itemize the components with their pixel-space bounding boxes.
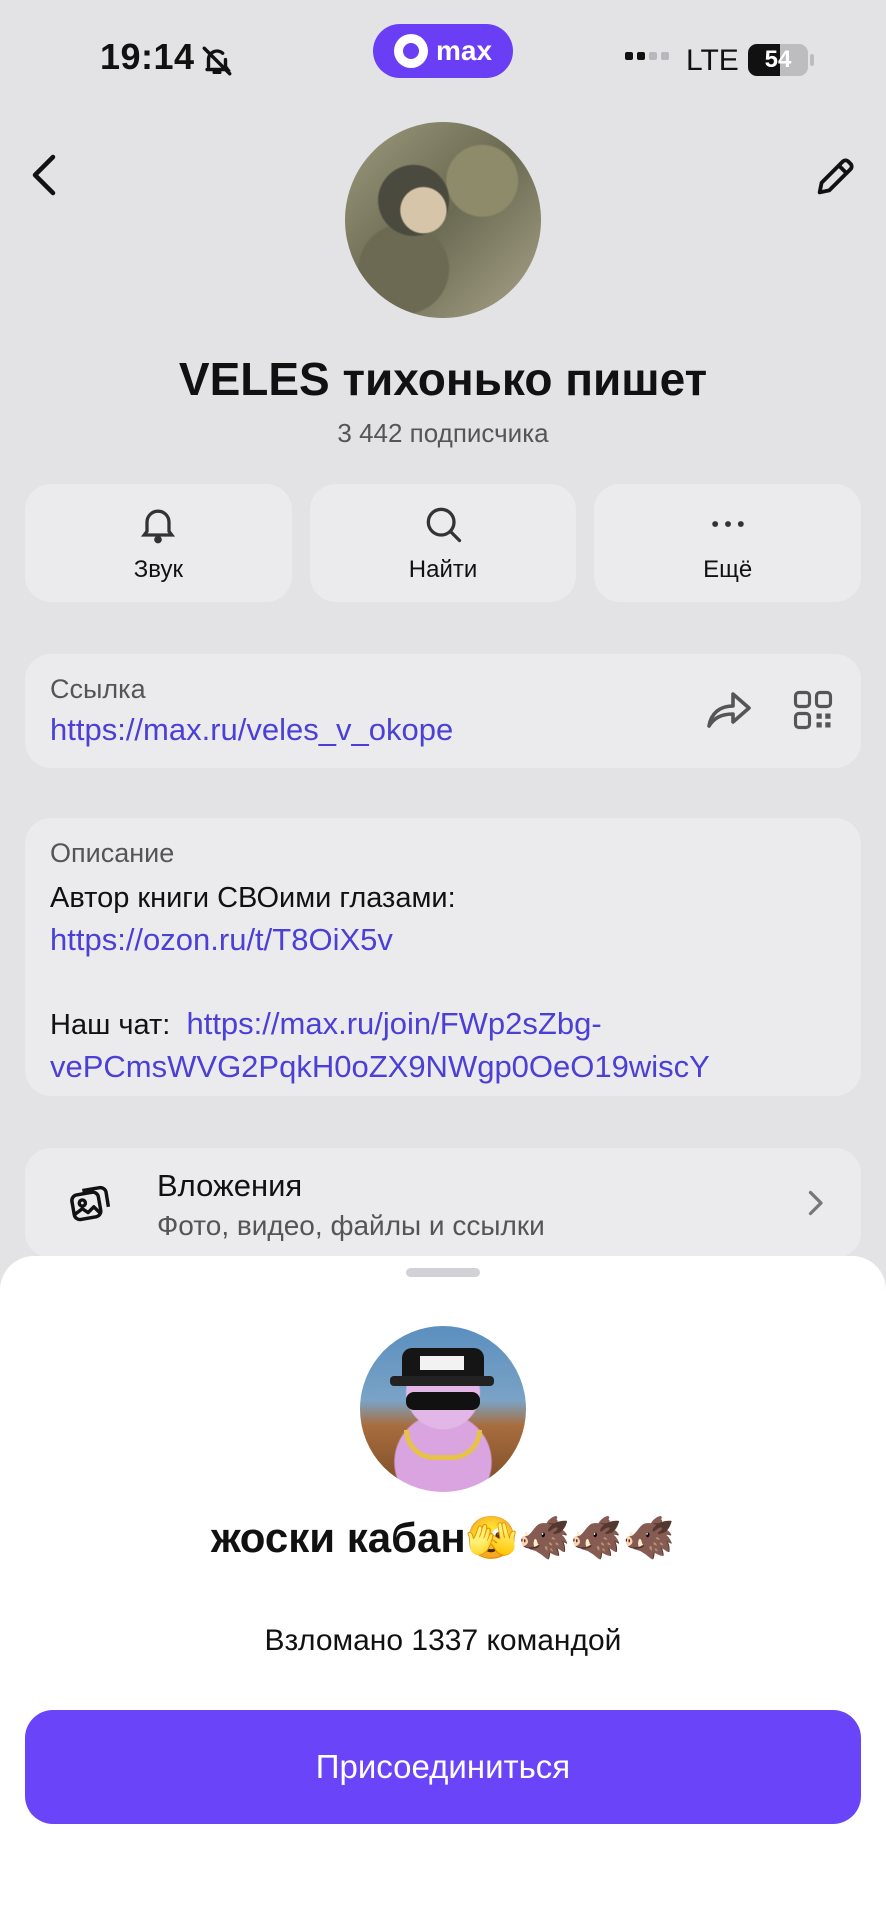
more-icon bbox=[711, 521, 744, 527]
back-icon[interactable] bbox=[26, 150, 62, 200]
sheet-channel-description: Взломано 1337 командой bbox=[264, 1624, 622, 1657]
media-gallery-icon bbox=[70, 1185, 111, 1222]
more-button-label: Ещё bbox=[703, 556, 753, 583]
network-type: LTE bbox=[686, 44, 739, 77]
join-channel-sheet: жоски кабан🫣🐗🐗🐗 Взломано 1337 командой П… bbox=[0, 1256, 886, 1920]
chevron-right-icon bbox=[808, 1190, 823, 1216]
status-time: 19:14 bbox=[100, 36, 195, 77]
channel-title: VELES тихонько пишет bbox=[178, 353, 708, 405]
sheet-grabber[interactable] bbox=[406, 1268, 480, 1277]
action-row: Звук Найти Ещё bbox=[25, 484, 862, 602]
chat-link[interactable]: https://max.ru/join/FWp2sZbg- bbox=[186, 1006, 601, 1041]
subscriber-count: 3 442 подписчика bbox=[337, 418, 549, 448]
link-caption: Ссылка bbox=[50, 674, 146, 704]
status-bar: 19:14 max LTE 54 bbox=[0, 0, 886, 120]
attachments-subtitle: Фото, видео, файлы и ссылки bbox=[157, 1210, 545, 1241]
description-body: Автор книги СВОими глазами: https://ozon… bbox=[50, 878, 840, 1089]
link-card: Ссылка https://max.ru/veles_v_okope bbox=[25, 654, 861, 768]
description-caption: Описание bbox=[50, 838, 175, 868]
app-pill-label: max bbox=[435, 35, 493, 66]
edit-pencil-icon[interactable] bbox=[812, 154, 858, 200]
search-button-label: Найти bbox=[408, 556, 478, 583]
search-icon bbox=[426, 507, 462, 543]
sound-button[interactable]: Звук bbox=[25, 484, 292, 602]
battery-tip bbox=[810, 54, 814, 66]
sound-button-label: Звук bbox=[133, 556, 183, 583]
bell-off-icon bbox=[202, 46, 232, 76]
battery-icon: 54 bbox=[748, 44, 808, 76]
signal-icon bbox=[625, 52, 669, 60]
description-line: Автор книги СВОими глазами: bbox=[50, 882, 456, 914]
chat-label: Наш чат: bbox=[50, 1009, 171, 1041]
channel-link[interactable]: https://max.ru/veles_v_okope bbox=[50, 712, 453, 748]
sheet-channel-name: жоски кабан🫣🐗🐗🐗 bbox=[211, 1514, 675, 1561]
max-logo-icon bbox=[393, 34, 428, 68]
attachments-title: Вложения bbox=[157, 1168, 303, 1203]
bell-icon bbox=[141, 509, 176, 544]
battery-level: 54 bbox=[764, 46, 792, 73]
join-button[interactable]: Присоединиться bbox=[25, 1710, 861, 1824]
chat-link-continued[interactable]: vePCmsWVG2PqkH0oZX9NWgp0OeO19wiscY bbox=[50, 1049, 710, 1084]
attachments-row[interactable]: Вложения Фото, видео, файлы и ссылки bbox=[25, 1148, 861, 1258]
more-button[interactable]: Ещё bbox=[594, 484, 862, 602]
share-icon[interactable] bbox=[705, 688, 753, 732]
qr-code-icon[interactable] bbox=[792, 689, 834, 731]
description-card: Описание Автор книги СВОими глазами: htt… bbox=[25, 818, 861, 1096]
search-button[interactable]: Найти bbox=[309, 484, 577, 602]
channel-avatar[interactable] bbox=[345, 122, 541, 318]
sheet-channel-avatar bbox=[360, 1326, 526, 1492]
book-link[interactable]: https://ozon.ru/t/T8OiX5v bbox=[50, 922, 393, 957]
app-pill[interactable]: max bbox=[373, 24, 513, 78]
